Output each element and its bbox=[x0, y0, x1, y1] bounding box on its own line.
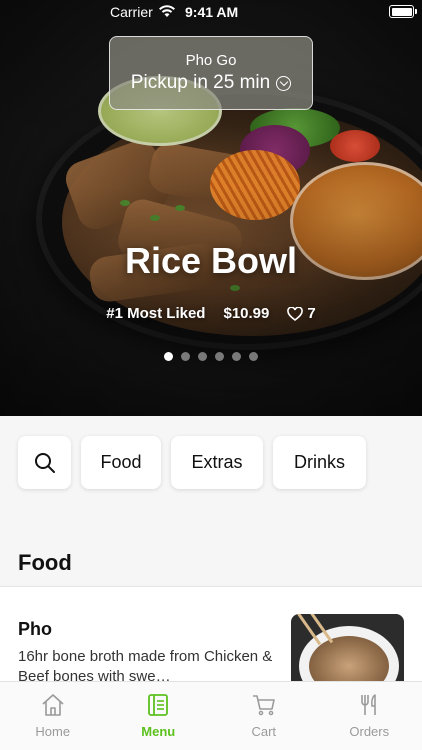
pickup-selector[interactable]: Pho Go Pickup in 25 min bbox=[109, 36, 313, 110]
carousel-dot[interactable] bbox=[198, 352, 207, 361]
hero-carousel[interactable]: Carrier 9:41 AM Pho Go Pickup in 25 min … bbox=[0, 0, 422, 416]
search-icon bbox=[34, 452, 55, 473]
menu-book-icon bbox=[148, 694, 169, 716]
likes[interactable]: 7 bbox=[287, 305, 316, 322]
price-label: $10.99 bbox=[223, 305, 270, 322]
chip-food[interactable]: Food bbox=[81, 436, 161, 489]
heart-icon bbox=[287, 306, 304, 321]
chip-drinks[interactable]: Drinks bbox=[273, 436, 366, 489]
item-image bbox=[291, 614, 404, 689]
featured-item-meta: #1 Most Liked $10.99 7 bbox=[0, 305, 422, 322]
carousel-dot[interactable] bbox=[232, 352, 241, 361]
tab-menu[interactable]: Menu bbox=[106, 682, 212, 750]
chip-extras[interactable]: Extras bbox=[171, 436, 263, 489]
carousel-dot[interactable] bbox=[164, 352, 173, 361]
tab-cart[interactable]: Cart bbox=[211, 682, 317, 750]
item-name: Pho bbox=[18, 619, 52, 639]
rank-label: #1 Most Liked bbox=[106, 305, 206, 322]
carousel-dot[interactable] bbox=[249, 352, 258, 361]
tab-label: Menu bbox=[141, 724, 176, 739]
tab-label: Home bbox=[35, 724, 71, 739]
tab-home[interactable]: Home bbox=[0, 682, 106, 750]
tab-orders[interactable]: Orders bbox=[317, 682, 422, 750]
status-bar: Carrier 9:41 AM bbox=[0, 0, 422, 24]
pickup-time-row: Pickup in 25 min bbox=[110, 72, 312, 94]
fork-knife-icon bbox=[361, 694, 377, 715]
featured-item-title: Rice Bowl bbox=[124, 240, 298, 281]
list-item[interactable]: Pho 16hr bone broth made from Chicken & … bbox=[0, 587, 422, 689]
tab-bar: Home Menu Cart Orders bbox=[0, 681, 422, 750]
likes-count: 7 bbox=[307, 305, 316, 322]
carrier-label: Carrier bbox=[110, 4, 153, 20]
tab-label: Orders bbox=[349, 724, 390, 739]
home-icon bbox=[42, 694, 64, 716]
clock: 9:41 AM bbox=[185, 4, 239, 20]
carousel-dot[interactable] bbox=[215, 352, 224, 361]
battery-cap bbox=[415, 9, 417, 14]
carousel-dot[interactable] bbox=[181, 352, 190, 361]
carousel-pagination[interactable] bbox=[0, 352, 422, 361]
tab-label: Cart bbox=[251, 724, 277, 739]
chevron-down-circle-icon bbox=[276, 75, 292, 91]
battery-icon bbox=[389, 5, 414, 18]
search-button[interactable] bbox=[18, 436, 71, 489]
section-title: Food bbox=[18, 550, 72, 575]
cart-icon bbox=[252, 695, 275, 716]
wifi-icon bbox=[159, 5, 175, 17]
category-chips: Food Extras Drinks bbox=[18, 436, 366, 489]
pickup-time-label: Pickup in 25 min bbox=[130, 72, 271, 93]
store-name: Pho Go bbox=[185, 52, 237, 69]
